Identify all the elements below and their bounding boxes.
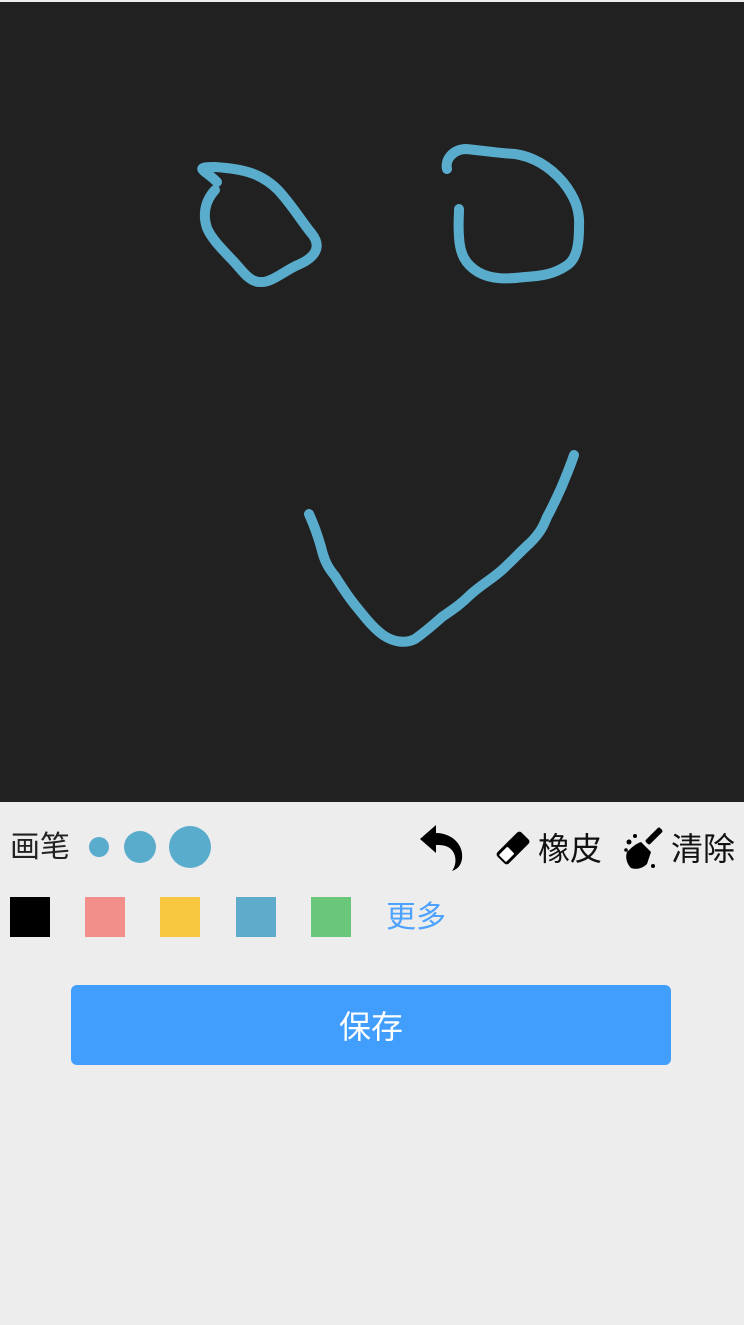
brush-size-small[interactable] [89, 837, 109, 857]
drawing-canvas[interactable] [0, 2, 744, 802]
eraser-label[interactable]: 橡皮 [538, 829, 602, 869]
color-swatch-green[interactable] [311, 897, 351, 937]
color-swatch-yellow[interactable] [160, 897, 200, 937]
save-button[interactable]: 保存 [71, 985, 671, 1065]
stroke-right-eye [441, 144, 585, 284]
color-swatch-blue[interactable] [236, 897, 276, 937]
brush-size-large[interactable] [169, 826, 211, 868]
drawing-svg [197, 144, 585, 647]
undo-arrow-icon[interactable] [418, 823, 466, 871]
brush-size-medium[interactable] [124, 831, 156, 863]
stroke-left-eye [197, 162, 322, 287]
broom-icon[interactable] [623, 824, 671, 870]
color-swatch-pink[interactable] [85, 897, 125, 937]
eraser-icon[interactable] [494, 829, 532, 867]
stroke-mouth [304, 450, 579, 647]
clear-label[interactable]: 清除 [671, 829, 735, 869]
pen-label: 画笔 [10, 830, 70, 865]
color-swatch-black[interactable] [10, 897, 50, 937]
more-colors-link[interactable]: 更多 [386, 898, 446, 938]
